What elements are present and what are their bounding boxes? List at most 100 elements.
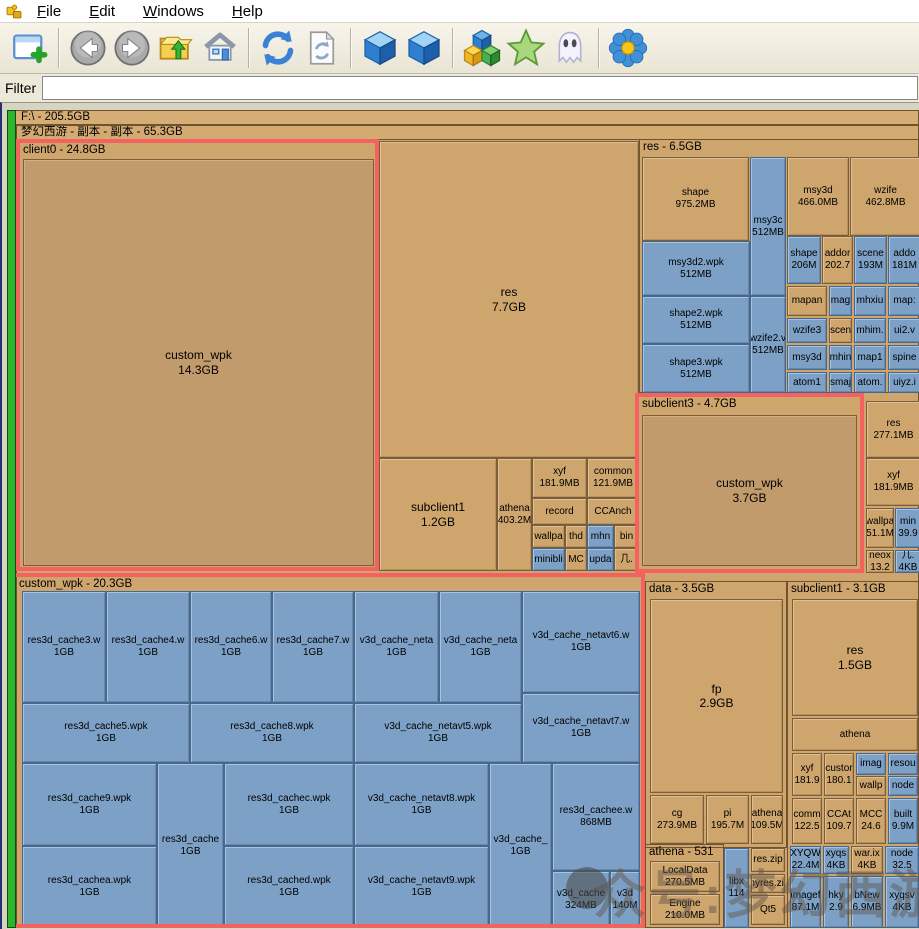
treemap-cell[interactable]: bNew6.9MB xyxy=(851,876,883,928)
refresh-button[interactable] xyxy=(256,26,300,70)
treemap-branch-header[interactable]: 梦幻西游 - 副本 - 副本 - 65.3GB xyxy=(16,125,919,140)
treemap-cell[interactable]: res277.1MB xyxy=(866,401,919,458)
treemap-cell[interactable]: shape206M xyxy=(787,236,821,284)
treemap-cell[interactable]: 几.4KB xyxy=(895,550,919,573)
treemap-cell[interactable]: libx114 xyxy=(724,848,749,928)
treemap-cell[interactable]: spine xyxy=(888,345,919,370)
treemap-cell[interactable]: subclient11.2GB xyxy=(379,458,497,571)
back-button[interactable] xyxy=(66,26,110,70)
treemap-cell[interactable]: MC xyxy=(565,548,587,571)
treemap-cell[interactable]: msy3c512MB xyxy=(750,157,786,296)
treemap-cell[interactable]: imagef87.1M xyxy=(790,876,821,928)
treemap-cell[interactable]: MCC24.6 xyxy=(856,798,886,844)
treemap-cell[interactable]: wzife2.v512MB xyxy=(750,296,786,393)
treemap-cell[interactable]: fp2.9GB xyxy=(650,599,783,793)
treemap-cell[interactable]: athena xyxy=(792,718,918,751)
treemap-cell[interactable]: scene193M xyxy=(854,236,887,284)
treemap-cell[interactable]: res7.7GB xyxy=(379,141,639,458)
treemap-cell[interactable]: xyf181.9 xyxy=(792,753,822,796)
treemap-cell[interactable]: myres.zip xyxy=(751,874,785,893)
treemap-cell[interactable]: pi195.7M xyxy=(706,795,749,844)
treemap-cell[interactable]: wallpa51.1M xyxy=(866,508,894,548)
treemap-cell[interactable]: cg273.9MB xyxy=(650,795,704,844)
treemap-cell[interactable]: record xyxy=(532,498,587,525)
treemap-cell[interactable]: resou xyxy=(888,753,918,775)
treemap-cell[interactable]: xyf181.9MB xyxy=(866,458,919,506)
treemap-cell[interactable]: wzife3 xyxy=(787,318,827,343)
treemap-cell[interactable]: mhn xyxy=(587,525,614,548)
treemap-cell[interactable]: XYQW22.4M xyxy=(790,846,821,874)
treemap-cell[interactable]: atom1 xyxy=(787,372,827,393)
treemap-cell[interactable]: built9.9M xyxy=(888,798,918,844)
treemap-cell[interactable]: ui2.v xyxy=(888,318,919,343)
treemap-cell[interactable]: node xyxy=(888,776,918,796)
treemap-cell[interactable]: comm122.5 xyxy=(792,798,822,844)
star-button[interactable] xyxy=(504,26,548,70)
treemap-cell[interactable]: map: xyxy=(888,286,919,316)
treemap-cell[interactable]: custor180.1 xyxy=(824,753,854,796)
filter-input[interactable] xyxy=(42,76,918,100)
treemap-section[interactable]: subclient3 - 4.7GB xyxy=(635,393,864,573)
treemap-cell[interactable]: wzife462.8MB xyxy=(850,157,919,236)
treemap-cell[interactable]: shape975.2MB xyxy=(642,157,749,241)
treemap-cell[interactable]: msy3d2.wpk512MB xyxy=(642,241,750,296)
menu-edit[interactable]: Edit xyxy=(89,3,115,20)
treemap-cell[interactable]: imag xyxy=(856,753,886,775)
treemap-cell[interactable]: mag xyxy=(829,286,852,316)
treemap-cell[interactable]: res.zip xyxy=(751,848,785,872)
treemap-cell[interactable]: res1.5GB xyxy=(792,599,918,716)
treemap-cell[interactable]: wallp xyxy=(856,776,886,796)
blocks-button[interactable] xyxy=(460,26,504,70)
treemap-cell[interactable]: map1 xyxy=(854,345,886,370)
menu-help[interactable]: Help xyxy=(232,3,263,20)
treemap-cell[interactable]: mhxiu xyxy=(854,286,886,316)
treemap-cell[interactable]: mhim. xyxy=(854,318,886,343)
treemap-cell[interactable]: msy3d xyxy=(787,345,827,370)
treemap-cell[interactable]: xyqsv4KB xyxy=(885,876,919,928)
treemap-cell[interactable]: Qt5 xyxy=(751,895,785,925)
treemap-cell[interactable]: thd xyxy=(565,525,587,548)
refresh-page-button[interactable] xyxy=(300,26,344,70)
folder-up-button[interactable] xyxy=(154,26,198,70)
treemap-root-header[interactable]: F:\ - 205.5GB xyxy=(7,110,919,125)
treemap-cell[interactable]: neox13.2 xyxy=(866,550,894,573)
menu-windows[interactable]: Windows xyxy=(143,3,204,20)
forward-button[interactable] xyxy=(110,26,154,70)
cube-secondary-button[interactable] xyxy=(402,26,446,70)
treemap-cell[interactable]: addor202.7 xyxy=(822,236,853,284)
treemap-cell[interactable]: CCAt109.7 xyxy=(824,798,854,844)
treemap-cell[interactable]: shape2.wpk512MB xyxy=(642,296,750,344)
treemap-cell[interactable]: node32.5 xyxy=(885,846,919,874)
treemap-section[interactable]: custom_wpk - 20.3GB xyxy=(12,573,645,928)
treemap-cell[interactable]: athena109.5M xyxy=(751,795,783,844)
settings-flower-button[interactable] xyxy=(606,26,650,70)
treemap-cell[interactable]: CCAnch xyxy=(587,498,639,525)
treemap-cell[interactable]: wallpa xyxy=(532,525,565,548)
ghost-button[interactable] xyxy=(548,26,592,70)
treemap-cell[interactable]: scen xyxy=(829,318,852,343)
treemap-cell[interactable]: athena403.2M xyxy=(497,458,532,571)
free-space-strip[interactable] xyxy=(7,110,16,928)
treemap-cell[interactable]: mhin xyxy=(829,345,852,370)
treemap-cell[interactable]: LocalData270.5MB xyxy=(650,861,720,892)
treemap-cell[interactable]: xyqs4KB xyxy=(823,846,849,874)
treemap-cell[interactable]: common121.9MB xyxy=(587,458,639,498)
treemap-cell[interactable]: hky2.9 xyxy=(823,876,849,928)
new-view-button[interactable] xyxy=(8,26,52,70)
treemap-cell[interactable]: minibli xyxy=(532,548,565,571)
treemap-section[interactable]: client0 - 24.8GB xyxy=(16,139,379,571)
treemap-cell[interactable]: msy3d466.0MB xyxy=(787,157,849,236)
home-button[interactable] xyxy=(198,26,242,70)
treemap-cell[interactable]: min39.9 xyxy=(895,508,919,548)
cube-primary-button[interactable] xyxy=(358,26,402,70)
treemap-cell[interactable]: addo181M xyxy=(888,236,919,284)
treemap-cell[interactable]: mapan xyxy=(787,286,827,316)
treemap-canvas[interactable]: F:\ - 205.5GB 梦幻西游 - 副本 - 副本 - 65.3GB cl… xyxy=(0,102,919,929)
treemap-cell[interactable]: atom. xyxy=(854,372,886,393)
treemap-cell[interactable]: Engine210.0MB xyxy=(650,894,720,925)
treemap-cell[interactable]: upda xyxy=(587,548,614,571)
treemap-cell[interactable]: xyf181.9MB xyxy=(532,458,587,498)
menu-file[interactable]: File xyxy=(37,3,61,20)
treemap-cell[interactable]: shape3.wpk512MB xyxy=(642,344,750,393)
treemap-cell[interactable]: smaj xyxy=(829,372,852,393)
